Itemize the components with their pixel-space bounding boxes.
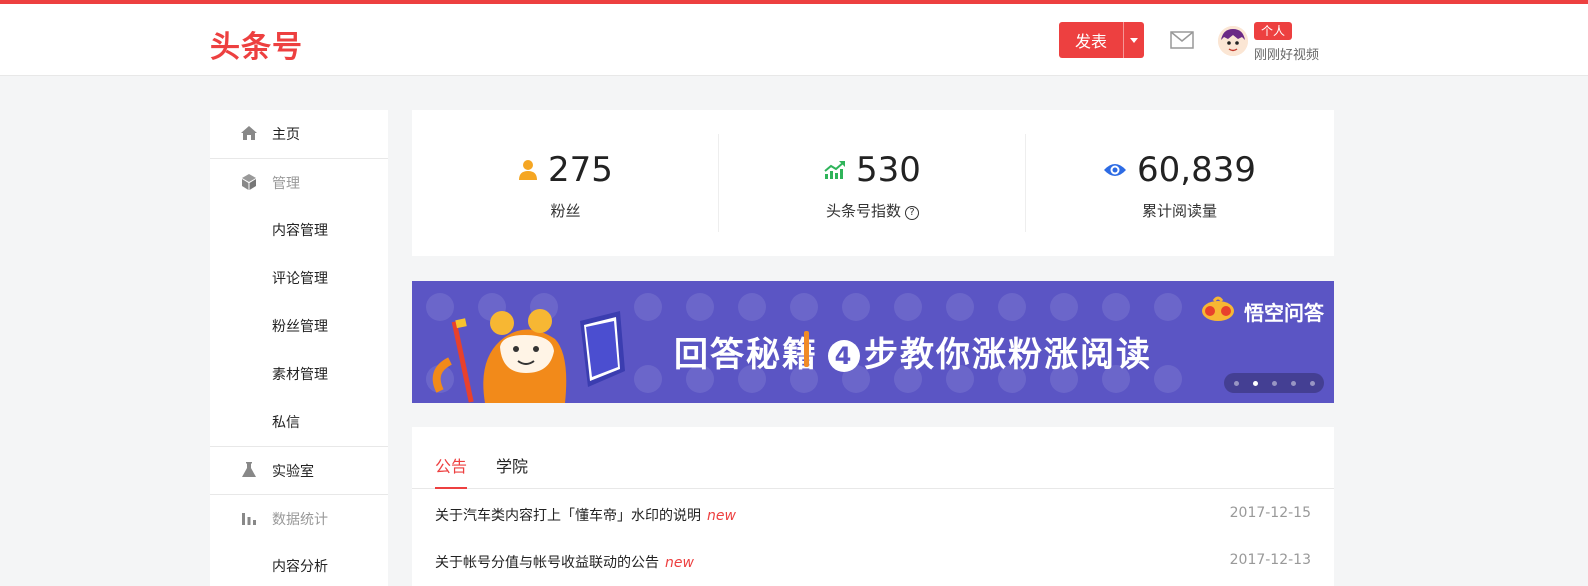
help-icon[interactable]: ? <box>905 206 919 220</box>
username[interactable]: 刚刚好视频 <box>1254 44 1319 63</box>
sidebar-item-comment-manage[interactable]: 评论管理 <box>210 254 388 302</box>
user-icon <box>519 160 538 180</box>
sidebar-item-content-manage[interactable]: 内容管理 <box>210 206 388 254</box>
carousel-dot[interactable] <box>1271 380 1277 386</box>
carousel-dot[interactable] <box>1290 380 1296 386</box>
sidebar-item-label: 私信 <box>272 415 300 431</box>
step-number-badge: 4 <box>828 340 860 372</box>
mail-icon[interactable] <box>1170 30 1194 50</box>
stat-account-index[interactable]: 530 头条号指数? <box>719 110 1026 256</box>
header: 头条号 发表 个人 刚刚好视频 <box>0 4 1588 76</box>
eye-icon <box>1104 164 1127 176</box>
list-item[interactable]: 关于汽车类内容打上「懂车帝」水印的说明 new 2017-12-15 <box>435 505 1311 525</box>
carousel-indicators <box>1224 373 1324 393</box>
sidebar-item-label: 素材管理 <box>272 367 328 383</box>
carousel-dot[interactable] <box>1309 380 1315 386</box>
carousel-dot[interactable] <box>1233 380 1239 386</box>
sidebar-item-label: 主页 <box>272 127 300 143</box>
new-badge: new <box>707 508 736 524</box>
sidebar-item-fans-manage[interactable]: 粉丝管理 <box>210 302 388 350</box>
sidebar-group-statistics[interactable]: 数据统计 <box>210 494 388 542</box>
stat-total-reads[interactable]: 60,839 累计阅读量 <box>1026 110 1333 256</box>
publish-button-group: 发表 <box>1059 22 1144 58</box>
stat-label: 头条号指数 <box>825 202 901 220</box>
tab-academy[interactable]: 学院 <box>496 453 528 477</box>
list-item[interactable]: 关于帐号分值与帐号收益联动的公告 new 2017-12-13 <box>435 552 1311 572</box>
sidebar-item-label: 管理 <box>272 175 300 192</box>
banner-brand: 悟空问答 <box>1244 301 1324 325</box>
logo[interactable]: 头条号 <box>210 22 303 66</box>
sidebar-item-lab[interactable]: 实验室 <box>210 446 388 494</box>
trend-up-icon <box>824 161 846 179</box>
home-icon <box>241 126 257 140</box>
sidebar-item-label: 粉丝管理 <box>272 319 328 335</box>
notice-tabs: 公告 学院 <box>412 427 1334 489</box>
stats-panel: 275 粉丝 530 头条号指数? 60,839 累计阅读量 <box>412 110 1334 256</box>
sidebar-group-manage[interactable]: 管理 <box>210 158 388 206</box>
stat-label: 累计阅读量 <box>1141 202 1217 220</box>
sidebar-item-content-analysis[interactable]: 内容分析 <box>210 542 388 586</box>
sidebar-item-label: 评论管理 <box>272 271 328 287</box>
news-title[interactable]: 关于帐号分值与帐号收益联动的公告 <box>435 555 659 571</box>
notice-panel: 公告 学院 关于汽车类内容打上「懂车帝」水印的说明 new 2017-12-15 … <box>412 427 1334 586</box>
publish-button[interactable]: 发表 <box>1059 22 1123 58</box>
tab-announcements[interactable]: 公告 <box>435 453 467 477</box>
stat-value: 60,839 <box>1137 150 1256 190</box>
bar-chart-icon <box>242 513 256 525</box>
banner-title: 回答秘籍 <box>674 335 818 375</box>
stat-label: 粉丝 <box>550 202 581 220</box>
account-type-badge: 个人 <box>1254 22 1293 40</box>
sidebar: 主页 管理 内容管理 评论管理 粉丝管理 素材管理 私信 实验室 数据统计 内容… <box>210 110 388 586</box>
cube-icon <box>242 174 256 190</box>
news-date: 2017-12-13 <box>1229 552 1311 568</box>
new-badge: new <box>665 555 694 571</box>
sidebar-item-label: 内容管理 <box>272 223 328 239</box>
active-tab-indicator <box>435 487 467 489</box>
wukong-logo-icon <box>1202 296 1234 321</box>
carousel-dot-active[interactable] <box>1252 380 1258 386</box>
sidebar-item-label: 实验室 <box>272 463 314 480</box>
news-date: 2017-12-15 <box>1229 505 1311 521</box>
stat-value: 530 <box>856 150 921 190</box>
promo-banner[interactable]: 回答秘籍 4 步教你涨粉涨阅读 悟空问答 <box>412 281 1334 403</box>
sidebar-item-messages[interactable]: 私信 <box>210 398 388 446</box>
sidebar-item-label: 数据统计 <box>272 511 328 528</box>
monkey-mascot-illustration <box>432 309 625 403</box>
publish-dropdown-toggle[interactable] <box>1124 22 1144 58</box>
sidebar-item-label: 内容分析 <box>272 559 328 575</box>
sidebar-item-home[interactable]: 主页 <box>210 110 388 158</box>
banner-divider <box>804 331 809 367</box>
banner-subtitle-wrap: 4 步教你涨粉涨阅读 <box>828 327 1152 376</box>
news-title[interactable]: 关于汽车类内容打上「懂车帝」水印的说明 <box>435 508 701 524</box>
stat-fans[interactable]: 275 粉丝 <box>412 110 719 256</box>
stat-label-wrap: 头条号指数? <box>719 200 1026 221</box>
caret-down-icon <box>1130 37 1138 43</box>
stat-value: 275 <box>548 150 613 190</box>
sidebar-item-material-manage[interactable]: 素材管理 <box>210 350 388 398</box>
banner-subtitle: 步教你涨粉涨阅读 <box>864 335 1152 375</box>
avatar[interactable] <box>1218 26 1248 56</box>
flask-icon <box>242 462 256 477</box>
